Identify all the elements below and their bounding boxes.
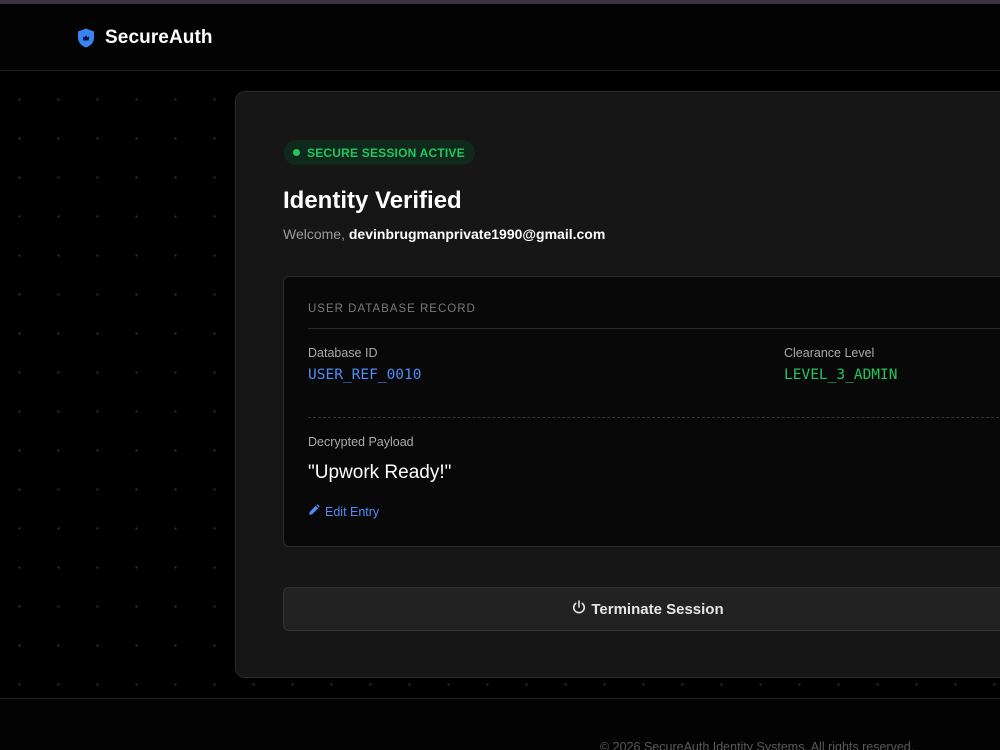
welcome-prefix: Welcome, xyxy=(283,226,345,242)
session-card: SECURE SESSION ACTIVE Identity Verified … xyxy=(235,91,1000,678)
brand-logo[interactable]: SecureAuth xyxy=(77,26,213,50)
terminate-session-button[interactable]: Terminate Session xyxy=(283,587,1000,631)
record-section-label: USER DATABASE RECORD xyxy=(308,303,476,315)
dashed-divider xyxy=(308,417,1000,418)
footer-copyright: © 2026 SecureAuth Identity Systems. All … xyxy=(600,740,915,750)
edit-entry-button[interactable]: Edit Entry xyxy=(308,503,379,521)
page-title: Identity Verified xyxy=(283,187,462,214)
shield-icon xyxy=(77,28,95,48)
brand-name: SecureAuth xyxy=(105,27,213,48)
pencil-icon xyxy=(308,503,325,521)
top-header: SecureAuth xyxy=(0,4,1000,71)
status-badge: SECURE SESSION ACTIVE xyxy=(284,140,475,165)
clearance-level-label: Clearance Level xyxy=(784,346,875,360)
payload-label: Decrypted Payload xyxy=(308,435,414,449)
welcome-text: Welcome, devinbrugmanprivate1990@gmail.c… xyxy=(283,226,605,242)
status-dot-icon xyxy=(293,149,300,156)
edit-entry-label: Edit Entry xyxy=(325,505,380,519)
clearance-level-value: LEVEL_3_ADMIN xyxy=(784,367,898,383)
page-footer: © 2026 SecureAuth Identity Systems. All … xyxy=(0,698,1000,750)
database-id-label: Database ID xyxy=(308,346,378,360)
status-badge-label: SECURE SESSION ACTIVE xyxy=(307,145,465,160)
payload-value: "Upwork Ready!" xyxy=(308,462,452,483)
user-record-panel: USER DATABASE RECORD Database ID USER_RE… xyxy=(283,276,1000,547)
terminate-session-label: Terminate Session xyxy=(591,600,724,618)
power-icon xyxy=(572,599,591,619)
user-email: devinbrugmanprivate1990@gmail.com xyxy=(348,226,606,242)
database-id-value: USER_REF_0010 xyxy=(308,367,422,383)
record-divider xyxy=(308,328,1000,329)
